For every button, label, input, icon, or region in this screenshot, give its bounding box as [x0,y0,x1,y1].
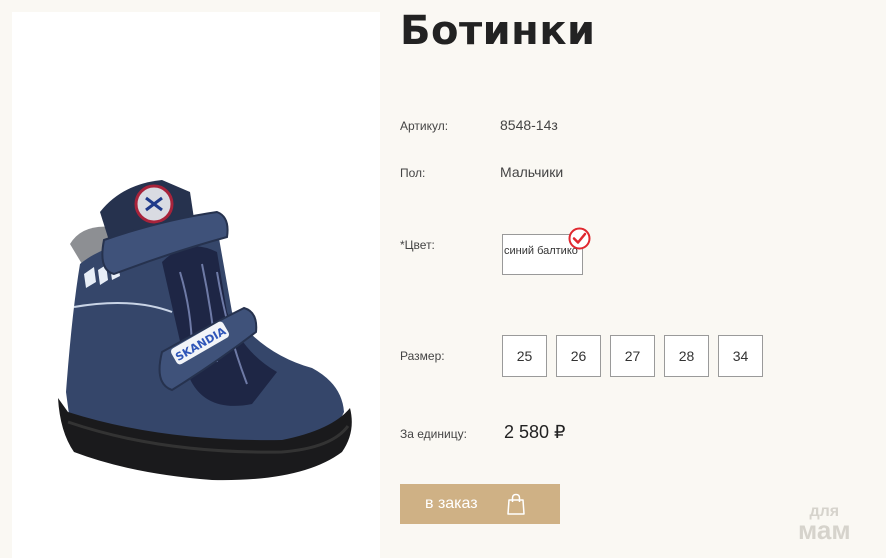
color-label: *Цвет: [400,238,435,252]
product-image: SKANDIA [12,12,380,558]
boot-illustration: SKANDIA [58,180,352,481]
site-watermark: для мам [798,503,851,546]
size-option-28[interactable]: 28 [664,335,709,377]
size-option-34[interactable]: 34 [718,335,763,377]
size-option-27[interactable]: 27 [610,335,655,377]
add-to-order-button[interactable]: в заказ [400,484,560,524]
color-option-label: синий балтико [504,245,578,257]
gender-label: Пол: [400,166,426,180]
add-to-order-label: в заказ [425,495,478,512]
article-label: Артикул: [400,119,449,133]
product-title: Ботинки [400,8,596,54]
size-option-26[interactable]: 26 [556,335,601,377]
size-option-25[interactable]: 25 [502,335,547,377]
shopping-bag-icon [507,493,525,515]
size-label: Размер: [400,349,445,363]
article-value: 8548-14з [500,117,558,133]
unit-price-label: За единицу: [400,427,467,441]
watermark-line2: мам [798,515,851,546]
selected-check-icon [568,227,591,250]
price-value: 2 580 ₽ [504,422,566,442]
gender-value: Мальчики [500,164,564,180]
